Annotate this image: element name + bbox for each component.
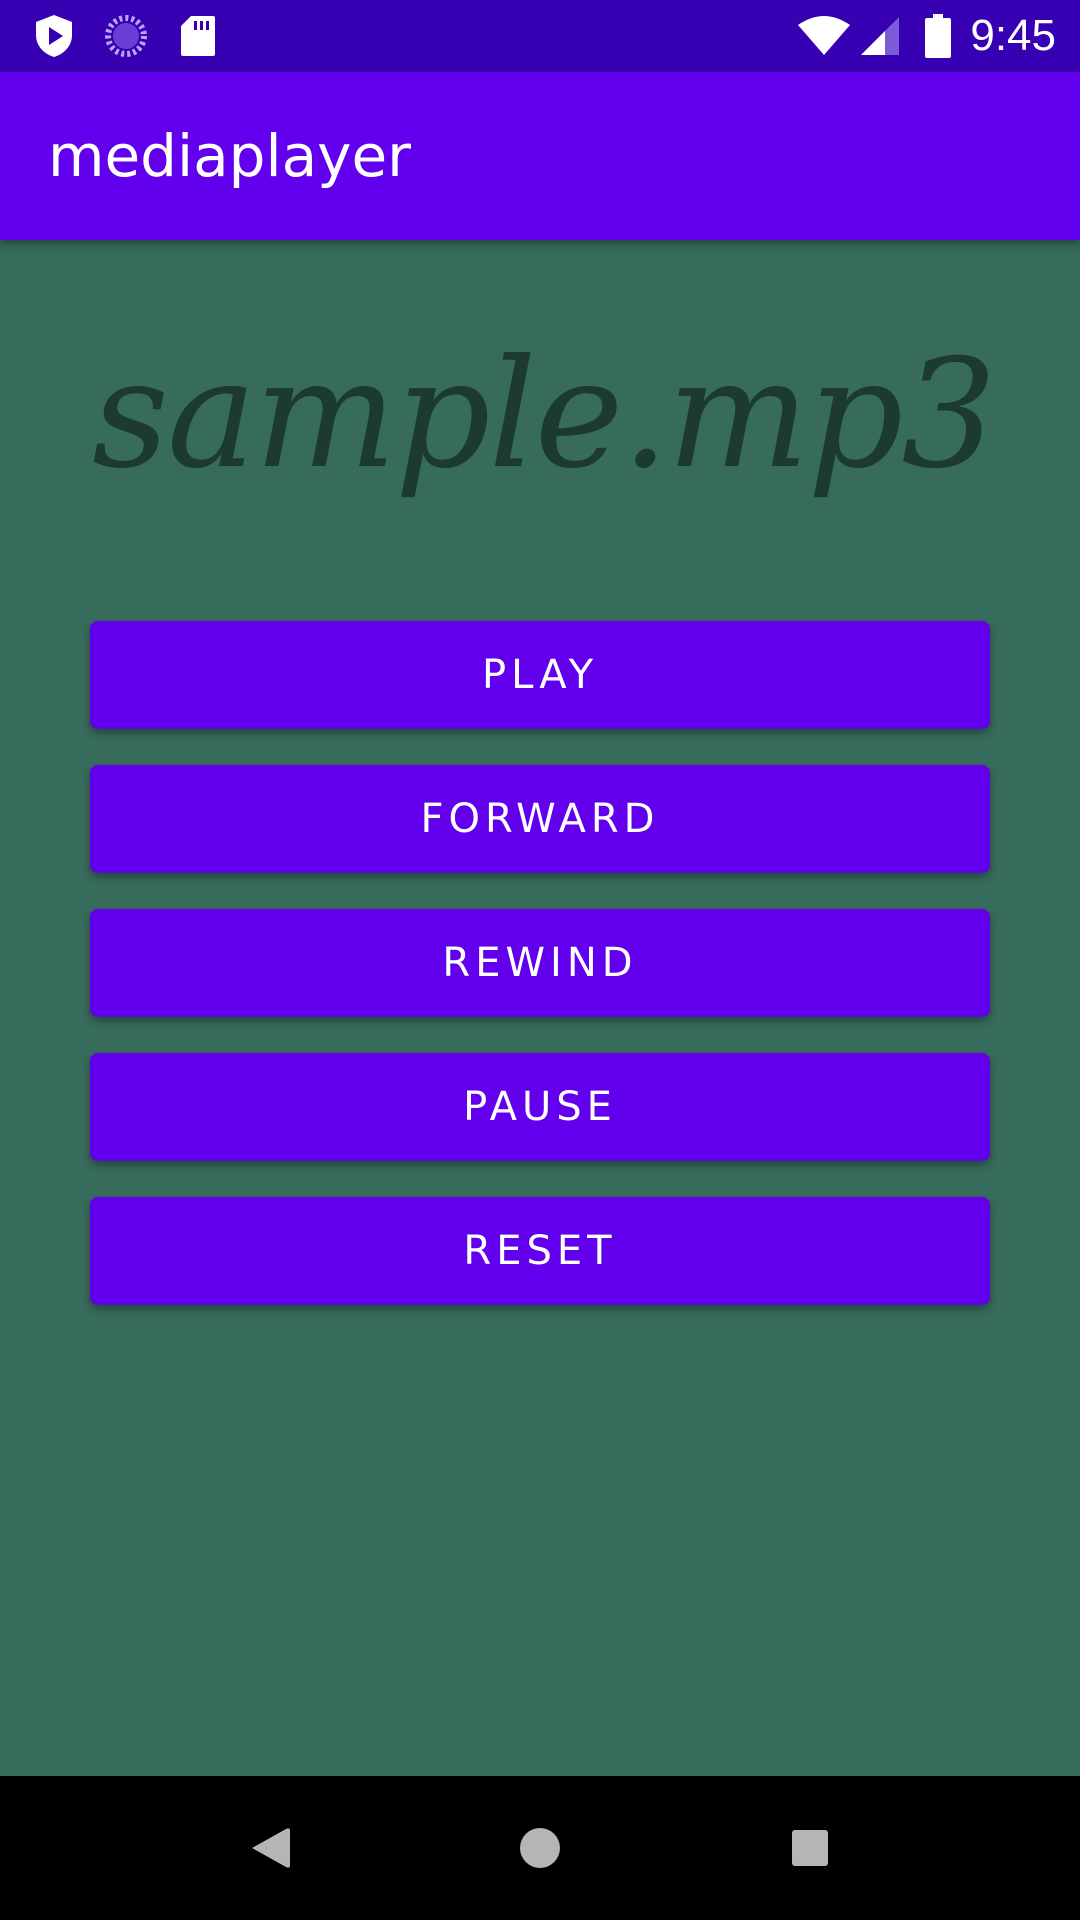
app-title: mediaplayer (48, 122, 411, 190)
recents-icon[interactable] (774, 1812, 846, 1884)
status-time: 9:45 (970, 11, 1056, 60)
wifi-icon (796, 12, 852, 60)
reset-button[interactable]: RESET (90, 1197, 990, 1305)
song-title: sample.mp3 (92, 328, 997, 502)
back-icon[interactable] (234, 1812, 306, 1884)
loading-spinner-icon (102, 12, 150, 60)
app-bar: mediaplayer (0, 72, 1080, 240)
pause-button[interactable]: PAUSE (90, 1053, 990, 1161)
home-icon[interactable] (504, 1812, 576, 1884)
status-bar: 9:45 (0, 0, 1080, 72)
shield-play-icon (30, 12, 78, 60)
navigation-bar (0, 1776, 1080, 1920)
play-button[interactable]: PLAY (90, 621, 990, 729)
battery-icon (918, 12, 958, 60)
signal-icon (856, 12, 904, 60)
sd-card-icon (176, 12, 220, 60)
rewind-button[interactable]: REWIND (90, 909, 990, 1017)
screen: 9:45 mediaplayer sample.mp3 PLAY FORWARD… (0, 0, 1080, 1920)
forward-button[interactable]: FORWARD (90, 765, 990, 873)
